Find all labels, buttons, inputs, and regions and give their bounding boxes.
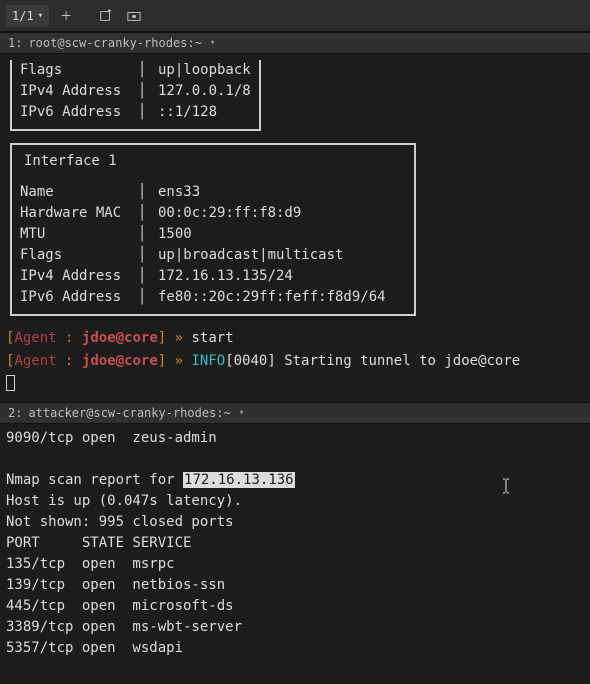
- info-message: [0040] Starting tunnel to jdoe@core: [225, 353, 520, 369]
- cursor: [6, 372, 584, 393]
- nmap-host-up: Host is up (0.047s latency).: [6, 491, 584, 512]
- iface1-ipv6-val: fe80::20c:29ff:feff:f8d9/64: [158, 287, 386, 308]
- nmap-port-3389: 3389/tcp open ms-wbt-server: [6, 617, 584, 638]
- iface0-ipv4-val: 127.0.0.1/8: [158, 81, 251, 102]
- pane-1-title: root@scw-cranky-rhodes:~: [28, 36, 201, 50]
- iface0-ipv6-key: IPv6 Address: [20, 102, 138, 123]
- iface1-mac-val: 00:0c:29:ff:f8:d9: [158, 203, 301, 224]
- broadcast-icon: [127, 9, 141, 23]
- iface0-flags-val: up|loopback: [158, 60, 251, 81]
- app-toolbar: 1/1 ▾ ＋: [0, 0, 590, 32]
- iface1-mac-key: Hardware MAC: [20, 203, 138, 224]
- tab-counter-label: 1/1: [12, 9, 34, 23]
- interface-1-box: Interface 1 Name│ ens33 Hardware MAC│ 00…: [10, 143, 416, 316]
- nmap-line-zeus: 9090/tcp open zeus-admin: [6, 428, 584, 449]
- iface0-ipv4-key: IPv4 Address: [20, 81, 138, 102]
- nmap-header: PORT STATE SERVICE: [6, 533, 584, 554]
- iface0-ipv6-val: ::1/128: [158, 102, 217, 123]
- interface-0-box: Flags│ up|loopback IPv4 Address│ 127.0.0…: [10, 60, 261, 131]
- new-window-button[interactable]: [95, 5, 117, 27]
- iface1-name-val: ens33: [158, 182, 200, 203]
- tab-counter[interactable]: 1/1 ▾: [6, 5, 49, 27]
- chevron-down-icon: ▾: [239, 408, 244, 418]
- chevron-down-icon: ▾: [38, 11, 43, 21]
- terminal-pane-2[interactable]: 9090/tcp open zeus-admin Nmap scan repor…: [0, 424, 590, 684]
- nmap-port-139: 139/tcp open netbios-ssn: [6, 575, 584, 596]
- command-start: start: [191, 330, 233, 346]
- nmap-not-shown: Not shown: 995 closed ports: [6, 512, 584, 533]
- pane-1-title-bar[interactable]: 1: root@scw-cranky-rhodes:~ ▾: [0, 32, 590, 54]
- chevron-down-icon: ▾: [210, 38, 215, 48]
- iface1-mtu-key: MTU: [20, 224, 138, 245]
- iface1-flags-val: up|broadcast|multicast: [158, 245, 343, 266]
- nmap-port-5357: 5357/tcp open wsdapi: [6, 638, 584, 659]
- iface0-flags-key: Flags: [20, 60, 138, 81]
- broadcast-button[interactable]: [123, 5, 145, 27]
- info-tag: INFO: [191, 353, 225, 369]
- pane-2-index: 2:: [8, 406, 22, 420]
- new-window-icon: [99, 9, 113, 23]
- prompt-line-2: [Agent : jdoe@core] » INFO[0040] Startin…: [6, 351, 584, 372]
- new-tab-button[interactable]: ＋: [55, 5, 77, 27]
- nmap-port-445: 445/tcp open microsoft-ds: [6, 596, 584, 617]
- pane-1-index: 1:: [8, 36, 22, 50]
- pane-2-title-bar[interactable]: 2: attacker@scw-cranky-rhodes:~ ▾: [0, 402, 590, 424]
- text-cursor-icon: [500, 478, 510, 494]
- plus-icon: ＋: [60, 7, 72, 24]
- pane-2-title: attacker@scw-cranky-rhodes:~: [28, 406, 230, 420]
- iface1-ipv6-key: IPv6 Address: [20, 287, 138, 308]
- terminal-pane-1[interactable]: Flags│ up|loopback IPv4 Address│ 127.0.0…: [0, 54, 590, 402]
- prompt-line-1: [Agent : jdoe@core] » start: [6, 328, 584, 349]
- highlighted-ip: 172.16.13.136: [183, 472, 295, 488]
- nmap-port-135: 135/tcp open msrpc: [6, 554, 584, 575]
- iface1-ipv4-val: 172.16.13.135/24: [158, 266, 293, 287]
- iface1-flags-key: Flags: [20, 245, 138, 266]
- iface1-mtu-val: 1500: [158, 224, 192, 245]
- nmap-scan-report: Nmap scan report for 172.16.13.136: [6, 470, 584, 491]
- interface-1-title: Interface 1: [24, 151, 406, 172]
- iface1-ipv4-key: IPv4 Address: [20, 266, 138, 287]
- iface1-name-key: Name: [20, 182, 138, 203]
